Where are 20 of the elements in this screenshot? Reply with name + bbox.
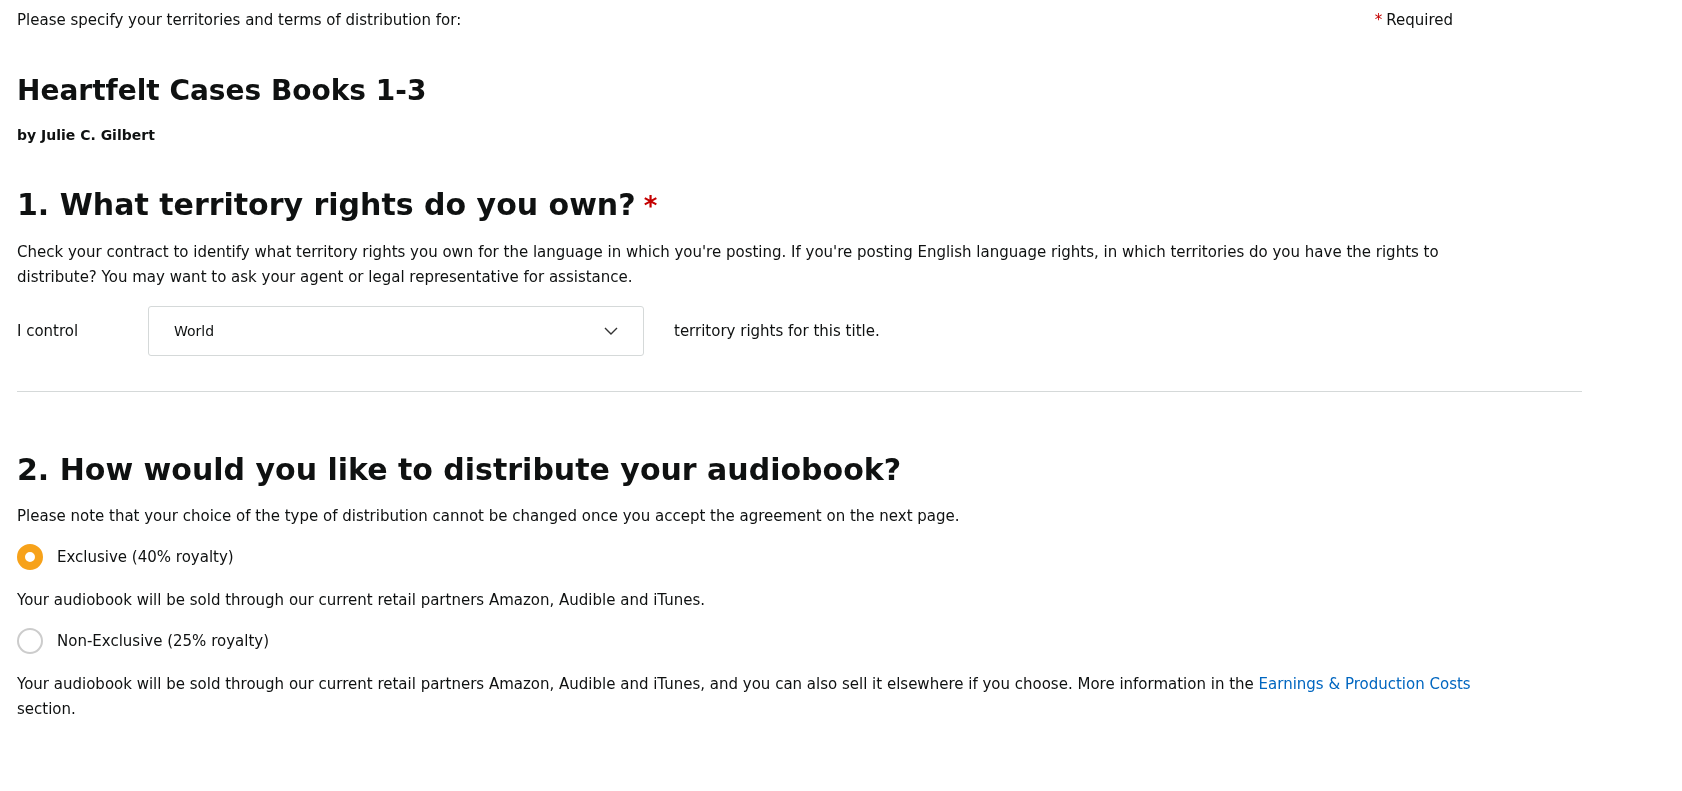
select-label: I control (17, 322, 80, 340)
section-heading: 1. What territory rights do you own? (17, 187, 636, 222)
radio-label[interactable]: Exclusive (40% royalty) (57, 548, 234, 566)
radio-button[interactable] (17, 544, 43, 570)
option-description: Your audiobook will be sold through our current retail partners Amazon, Audible and iTunes. (17, 590, 707, 611)
option-description: Your audiobook will be sold through our current retail partners Amazon, Audible and iTunes, and you can also sell it elsewhere if you choose. More information in the Earnings & Production Costs section. (17, 674, 1472, 720)
earnings-link[interactable]: Earnings & Production Costs (1258, 675, 1471, 693)
chevron-down-icon (604, 327, 618, 335)
section-note: Please note that your choice of the type of distribution cannot be changed once you accept the agreement on the next page. (17, 506, 961, 527)
book-author: by Julie C. Gilbert (17, 127, 156, 143)
book-title: Heartfelt Cases Books 1-3 (17, 73, 428, 109)
section-heading: 2. How would you like to distribute your audiobook? (17, 451, 903, 489)
required-legend: * Required (1374, 8, 1453, 33)
radio-button[interactable] (17, 628, 43, 654)
territory-select[interactable]: World (148, 306, 644, 356)
radio-label[interactable]: Non-Exclusive (25% royalty) (57, 632, 269, 650)
select-suffix: territory rights for this title. (674, 320, 880, 342)
intro-text: Please specify your territories and terms of distribution for: (17, 10, 462, 31)
section-description: Check your contract to identify what territory rights you own for the language in which you're posting. If you're posting English language rights, in which territories do you have the rights to distribute? You may want to ask your agent or legal representative for assistance. (17, 242, 1440, 288)
required-asterisk: * (643, 191, 658, 221)
